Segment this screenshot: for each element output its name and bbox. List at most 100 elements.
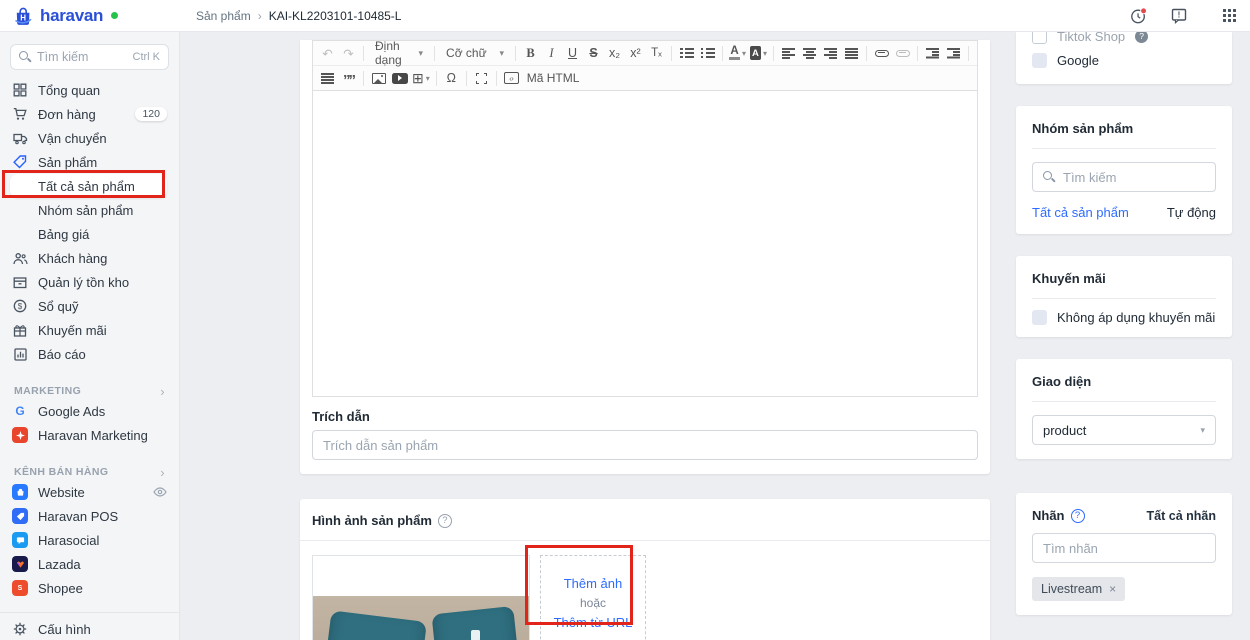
sidebar-item-products[interactable]: Sản phẩm bbox=[0, 150, 179, 174]
chevron-right-icon: › bbox=[160, 383, 165, 399]
italic-icon[interactable]: I bbox=[541, 43, 562, 64]
underline-icon[interactable]: U bbox=[562, 43, 583, 64]
product-image-thumbnail[interactable] bbox=[312, 555, 530, 640]
eye-icon[interactable] bbox=[153, 487, 167, 497]
tiktok-shop-label: Tiktok Shop bbox=[1057, 32, 1126, 44]
feedback-message-icon[interactable]: ! bbox=[1170, 7, 1188, 25]
sidebar-section-marketing[interactable]: MARKETING › bbox=[0, 383, 179, 399]
main-content: ↶ ↷ Định dạng ▾ Cỡ chữ ▾ B I U S x₂ x² T… bbox=[180, 32, 1250, 640]
subscript-icon[interactable]: x₂ bbox=[604, 43, 625, 64]
excerpt-label: Trích dẫn bbox=[312, 409, 370, 424]
outdent-icon[interactable] bbox=[922, 43, 943, 64]
sidebar-item-inventory[interactable]: Quản lý tồn kho bbox=[0, 270, 179, 294]
superscript-icon[interactable]: x² bbox=[625, 43, 646, 64]
redo-icon[interactable]: ↷ bbox=[338, 43, 359, 64]
sidebar-section-sales-channels[interactable]: KÊNH BÁN HÀNG › bbox=[0, 464, 179, 480]
tiktok-shop-row: Tiktok Shop ? bbox=[1032, 32, 1216, 48]
notifications-icon[interactable] bbox=[1130, 6, 1148, 25]
template-select[interactable]: product ▾ bbox=[1032, 415, 1216, 445]
breadcrumb: Sản phẩm › KAI-KL2203101-10485-L bbox=[196, 9, 401, 23]
sidebar-item-haravan-pos[interactable]: Haravan POS bbox=[0, 504, 179, 528]
sidebar-search[interactable]: Ctrl K bbox=[10, 44, 169, 70]
sidebar-subitem-pricelist[interactable]: Bảng giá bbox=[0, 222, 179, 246]
sidebar-item-google-ads[interactable]: G Google Ads bbox=[0, 399, 179, 423]
remove-link-icon[interactable] bbox=[892, 43, 913, 64]
blockquote-icon[interactable]: ”” bbox=[338, 68, 359, 89]
sidebar-item-haravan-marketing[interactable]: Haravan Marketing bbox=[0, 423, 179, 447]
breadcrumb-section[interactable]: Sản phẩm bbox=[196, 9, 251, 23]
insert-link-icon[interactable] bbox=[871, 43, 892, 64]
haravan-logo[interactable]: H haravan bbox=[0, 5, 180, 27]
tags-help-icon[interactable]: ? bbox=[1070, 508, 1085, 523]
sidebar-item-overview[interactable]: Tổng quan bbox=[0, 78, 179, 102]
align-justify-icon[interactable] bbox=[841, 43, 862, 64]
excerpt-input[interactable] bbox=[312, 430, 978, 460]
bullet-list-icon[interactable] bbox=[697, 43, 718, 64]
tags-search[interactable] bbox=[1032, 533, 1216, 563]
google-checkbox[interactable] bbox=[1032, 52, 1047, 68]
status-dot bbox=[111, 12, 119, 19]
add-from-url-link[interactable]: Thêm từ URL bbox=[554, 615, 633, 630]
editor-content[interactable] bbox=[313, 91, 977, 396]
html-code-icon[interactable]: ‹› bbox=[501, 68, 522, 89]
logo-text: haravan bbox=[40, 5, 104, 25]
clear-format-icon[interactable]: Tₓ bbox=[646, 43, 667, 64]
sales-channels-card: Tiktok Shop ? Google bbox=[1016, 32, 1232, 84]
all-tags-link[interactable]: Tất cả nhãn bbox=[1147, 509, 1216, 523]
help-icon[interactable]: ? bbox=[437, 513, 452, 528]
undo-icon[interactable]: ↶ bbox=[317, 43, 338, 64]
add-image-link[interactable]: Thêm ảnh bbox=[564, 576, 623, 591]
sidebar-subitem-collections[interactable]: Nhóm sản phẩm bbox=[0, 198, 179, 222]
line-height-icon[interactable] bbox=[317, 68, 338, 89]
sidebar-item-harasocial[interactable]: Harasocial bbox=[0, 528, 179, 552]
align-center-icon[interactable] bbox=[799, 43, 820, 64]
sidebar-subitem-all-products[interactable]: Tất cả sản phẩm bbox=[10, 174, 167, 198]
inventory-box-icon bbox=[12, 276, 28, 289]
sidebar-item-cashbook[interactable]: $ Sổ quỹ bbox=[0, 294, 179, 318]
format-dropdown[interactable]: Định dạng ▾ bbox=[368, 39, 430, 67]
font-color-icon[interactable]: A ▾ bbox=[727, 43, 748, 64]
product-photo bbox=[313, 596, 529, 640]
sidebar-item-promotions[interactable]: Khuyến mãi bbox=[0, 318, 179, 342]
align-left-icon[interactable] bbox=[778, 43, 799, 64]
insert-video-icon[interactable] bbox=[389, 68, 410, 89]
align-right-icon[interactable] bbox=[820, 43, 841, 64]
sidebar-item-reports[interactable]: Báo cáo bbox=[0, 342, 179, 366]
collections-search-input[interactable] bbox=[1063, 169, 1205, 185]
sidebar-item-website[interactable]: Website bbox=[0, 480, 179, 504]
apps-grid-icon[interactable] bbox=[1210, 7, 1228, 25]
insert-image-icon[interactable] bbox=[368, 68, 389, 89]
fullscreen-icon[interactable] bbox=[471, 68, 492, 89]
bold-icon[interactable]: B bbox=[520, 43, 541, 64]
tiktok-shop-checkbox[interactable] bbox=[1032, 32, 1047, 44]
fontsize-dropdown[interactable]: Cỡ chữ ▾ bbox=[439, 43, 511, 64]
sidebar-item-settings[interactable]: Cấu hình bbox=[0, 617, 179, 640]
info-icon[interactable]: ? bbox=[1135, 32, 1149, 43]
no-promotion-checkbox[interactable] bbox=[1032, 310, 1047, 325]
orders-count-badge: 120 bbox=[135, 107, 167, 121]
tags-search-input[interactable] bbox=[1043, 540, 1205, 556]
sidebar-item-customers[interactable]: Khách hàng bbox=[0, 246, 179, 270]
all-products-link[interactable]: Tất cả sản phẩm bbox=[1032, 205, 1129, 220]
insert-table-icon[interactable]: ⊞ ▾ bbox=[410, 68, 432, 89]
caret-down-icon: ▾ bbox=[418, 47, 424, 58]
ordered-list-icon[interactable] bbox=[676, 43, 697, 64]
special-char-icon[interactable]: Ω bbox=[441, 68, 462, 89]
strikethrough-icon[interactable]: S bbox=[583, 43, 604, 64]
remove-tag-icon[interactable]: × bbox=[1109, 582, 1116, 596]
collections-card: Nhóm sản phẩm Tất cả sản phẩm Tự động bbox=[1016, 106, 1232, 234]
svg-text:H: H bbox=[20, 13, 26, 22]
indent-icon[interactable] bbox=[943, 43, 964, 64]
sidebar-item-lazada[interactable]: Lazada bbox=[0, 552, 179, 576]
collection-mode: Tự động bbox=[1166, 205, 1216, 220]
sidebar-item-shopee[interactable]: S Shopee bbox=[0, 576, 179, 600]
sidebar-item-shipping[interactable]: Vận chuyển bbox=[0, 126, 179, 150]
add-image-dropzone[interactable]: Thêm ảnh hoặc Thêm từ URL bbox=[540, 555, 646, 640]
caret-down-icon: ▾ bbox=[1200, 424, 1205, 435]
tag-chip-livestream[interactable]: Livestream × bbox=[1032, 577, 1126, 601]
highlight-color-icon[interactable]: A ▾ bbox=[748, 43, 769, 64]
collections-search[interactable] bbox=[1032, 162, 1216, 192]
sidebar-item-orders[interactable]: Đơn hàng 120 bbox=[0, 102, 179, 126]
html-code-label[interactable]: Mã HTML bbox=[527, 71, 580, 85]
sidebar-search-input[interactable] bbox=[37, 50, 127, 64]
